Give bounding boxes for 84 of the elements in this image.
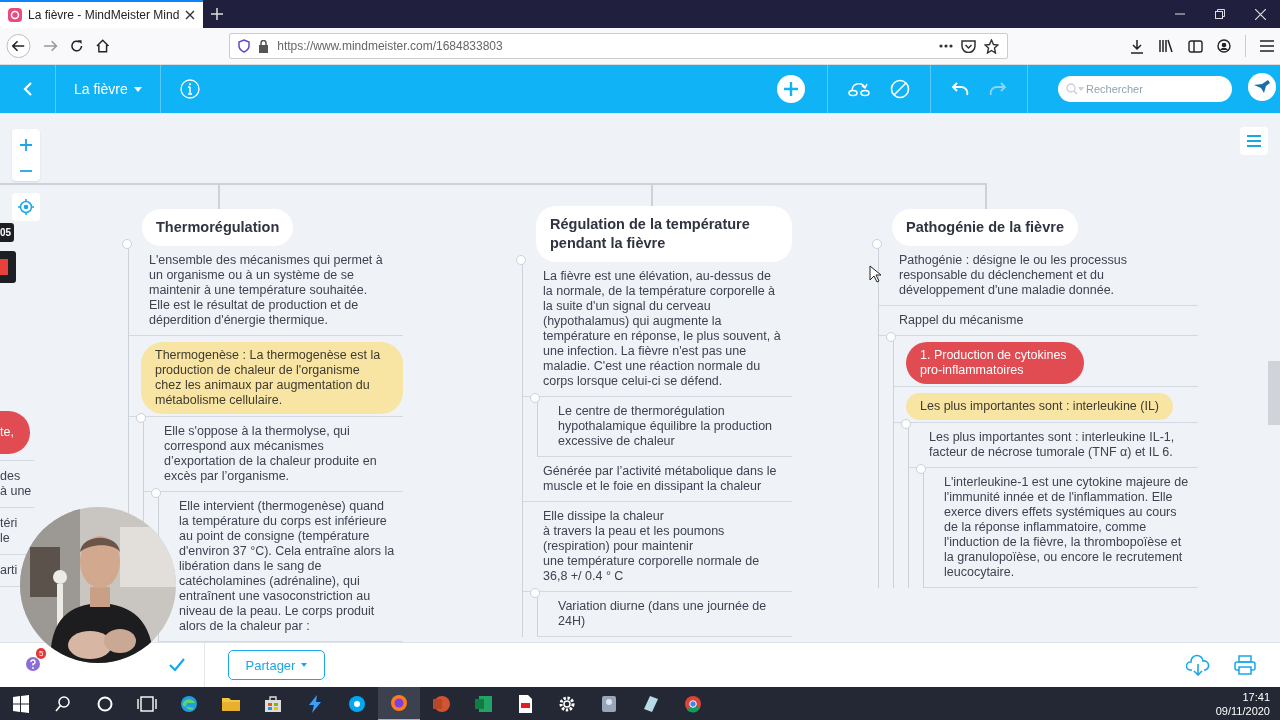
highlighted-topic[interactable]: Les plus importantes sont : interleukine (IL) [906,393,1173,420]
caret-icon [301,663,308,667]
browser-icon[interactable] [179,694,199,714]
print-icon[interactable] [1234,655,1256,675]
caret-icon [133,86,142,92]
topic-text[interactable]: Variation diurne (dans une journée de 24H) [558,599,784,629]
topic-text[interactable]: Elle intervient (thermogenèse) quand la température du corps est inférieure au point de consigne (température d'environ 37 °C). Cela entraîne alors la libération dans le sang de catécholamines (adrénaline), qui entraînent une vasoconstriction au niveau de la peau. Le corps produit alors de la chaleur par : [179,499,395,634]
menu-icon [1247,135,1261,147]
presentation-icon[interactable] [431,694,451,714]
collapse-handle[interactable] [901,419,911,429]
emphasized-topic[interactable]: te, [0,411,30,454]
settings-icon[interactable] [557,694,577,714]
star-icon[interactable] [984,38,999,54]
spreadsheet-icon[interactable] [473,694,493,714]
topic-text[interactable]: des à une [0,469,32,499]
collapse-handle[interactable] [530,588,540,598]
library-icon[interactable] [1158,39,1174,53]
check-icon[interactable] [169,658,185,671]
collapse-handle[interactable] [872,239,882,249]
collapse-handle[interactable] [151,488,161,498]
highlighted-topic[interactable]: Thermogenèse : La thermogenèse est la production de chaleur de l'organisme chez les animaux par augmentation du métabolisme cellulaire. [141,342,403,414]
topic-text[interactable]: L'interleukine-1 est une cytokine majeure de l'immunité innée et de l'inflammation. Elle exerce divers effets systémiques au cours de la réponse inflammatoire, comme l'induction de la fièvre, la thrombopoïèse et la granulopoïèse, ou encore le recrutement leucocytaire. [944,475,1190,580]
web-browser-icon[interactable] [683,694,703,714]
topic-title[interactable]: Thermorégulation [142,209,294,246]
home-icon[interactable] [95,39,110,53]
topic-text[interactable]: Générée par l’activité métabolique dans le muscle et le foie en dissipant la chaleur [543,464,784,494]
menu-icon[interactable] [1260,40,1274,52]
topic-title[interactable]: Régulation de la température pendant la fièvre [536,206,792,262]
more-icon[interactable] [939,44,953,48]
emphasized-topic[interactable]: 1. Production de cytokines pro-inflammatoires [906,342,1084,384]
zoom-in-icon[interactable] [20,138,32,151]
back-icon[interactable] [6,33,31,59]
topic-text[interactable]: Elle s'oppose à la thermolyse, qui correspond aux mécanismes d’exportation de la chaleur produite en excès par l’organisme. [164,424,395,484]
topic-text[interactable]: Rappel du mécanisme [899,313,1024,328]
sidebar-icon[interactable] [1188,39,1203,53]
close-icon[interactable] [185,10,196,20]
reload-icon[interactable] [70,39,84,53]
clock-time: 17:41 [1241,690,1270,704]
topic-text[interactable]: La fièvre est une élévation, au-dessus de la normale, de la température corporelle à la suite d'un signal du cerveau (hypothalamus) qui augmente la température en réponse, le plus souvent, à une infection. La fièvre n'est pas une maladie. C'est une réaction normale du corps lorsque celui-ci se défend. [543,269,784,389]
cursor-icon [869,265,881,283]
menu-button[interactable] [1240,127,1268,155]
topic-text[interactable]: arti [0,563,18,578]
app-logo-icon [8,8,22,22]
topic-text[interactable]: téri le [0,516,18,546]
account-icon[interactable] [1217,39,1231,53]
topic-title[interactable]: Pathogénie de la fièvre [892,209,1078,246]
target-icon [18,199,34,215]
clock-date: 09/11/2020 [1215,704,1270,718]
notes-icon[interactable] [641,694,661,714]
pocket-icon[interactable] [961,39,976,53]
topic-text[interactable]: Les plus importantes sont : interleukine IL-1, facteur de nécrose tumorale (TNF α) et IL 6. [929,430,1190,460]
topic-text[interactable]: Elle dissipe la chaleur à travers la peau et les poumons (respiration) pour maintenir une température corporelle normale de 36,8 +/ 0.4 ° C [543,509,784,584]
topic-text[interactable]: L'ensemble des mécanismes qui permet à un organisme ou à un système de se maintenir à une température souhaitée. Elle est le résultat de production et de déperdition d'énergie thermique. [149,253,395,328]
chat-app-icon[interactable] [347,694,367,714]
topic-text[interactable]: Le centre de thermorégulation hypothalamique équilibre la production excessive de chaleur [558,404,784,449]
start-icon[interactable] [11,694,31,714]
restore-icon[interactable] [1215,9,1225,19]
task-view-icon[interactable] [137,694,157,714]
scrollbar[interactable] [1268,361,1280,425]
help-icon[interactable] [25,656,41,672]
timer-badge: 05 [0,223,15,242]
cortana-icon[interactable] [95,694,115,714]
search-icon[interactable] [53,694,73,714]
search-field[interactable]: Rechercher [1058,76,1232,102]
collapse-handle[interactable] [530,393,540,403]
lock-icon[interactable] [258,39,270,53]
shield-icon[interactable] [238,39,251,53]
cloud-download-icon[interactable] [1186,654,1210,676]
download-icon[interactable] [1130,38,1144,54]
collapse-handle[interactable] [886,332,896,342]
collapse-handle[interactable] [916,464,926,474]
topic-text[interactable]: Pathogénie : désigne le ou les processus responsable du déclenchement et du développement d'une maladie donnée. [899,253,1190,298]
forward-icon [42,39,59,53]
store-icon[interactable] [263,694,283,714]
notification-badge: 5 [36,648,47,659]
browser-icon[interactable] [389,693,409,713]
new-tab-icon[interactable] [211,8,224,20]
center-map-button[interactable] [12,193,40,221]
collapse-handle[interactable] [136,413,146,423]
collapse-handle[interactable] [516,255,526,265]
app-icon[interactable] [599,694,619,714]
record-button[interactable] [0,251,16,283]
avatar-icon[interactable] [1248,73,1276,101]
collapse-handle[interactable] [122,239,132,249]
